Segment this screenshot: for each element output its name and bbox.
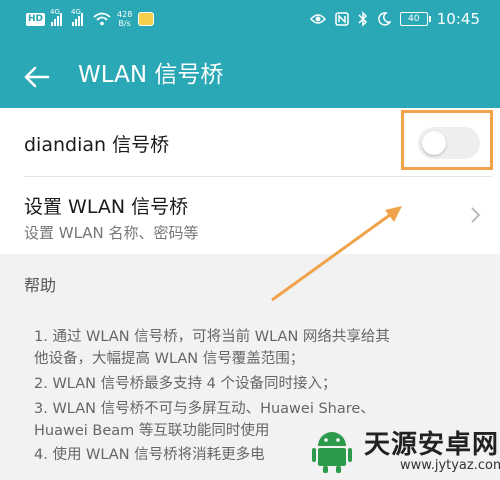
help-line: 1. 通过 WLAN 信号桥，可将当前 WLAN 网络共享给其	[34, 329, 390, 345]
moon-icon	[377, 12, 391, 26]
hotspot-name-label: diandian 信号桥	[24, 134, 170, 156]
app-notification-icon	[138, 12, 155, 26]
net-speed: 428 B/s	[117, 10, 133, 28]
page-title: WLAN 信号桥	[78, 62, 224, 88]
chevron-right-icon	[471, 207, 481, 223]
status-bar: HD 4G 4G 428 B/s 40 10:45	[0, 0, 500, 44]
cell-signal-icon: 4G	[50, 8, 63, 26]
clock: 10:45	[436, 10, 480, 28]
nfc-icon	[335, 12, 349, 26]
setup-subtitle: 设置 WLAN 名称、密码等	[24, 224, 199, 242]
highlight-box	[401, 110, 493, 170]
setup-hotspot-row[interactable]: 设置 WLAN 信号桥 设置 WLAN 名称、密码等	[0, 178, 500, 252]
title-bar: WLAN 信号桥	[0, 44, 500, 108]
back-arrow-icon[interactable]	[22, 62, 52, 92]
bluetooth-icon	[358, 11, 367, 27]
help-line: 4. 使用 WLAN 信号桥将消耗更多电	[34, 447, 265, 463]
help-line: 2. WLAN 信号桥最多支持 4 个设备同时接入；	[34, 376, 337, 392]
divider	[24, 176, 492, 177]
watermark-url: www.jytyaz.com	[400, 458, 500, 473]
eye-icon	[309, 14, 326, 24]
help-line: 他设备，大幅提高 WLAN 信号覆盖范围；	[34, 351, 305, 367]
hd-badge: HD	[26, 12, 46, 26]
android-logo-icon	[312, 432, 352, 473]
cell-signal-icon: 4G	[71, 8, 84, 26]
help-header-label: 帮助	[24, 276, 57, 295]
wifi-icon	[93, 12, 111, 26]
help-line: 3. WLAN 信号桥不可与多屏互动、Huawei Share、	[34, 401, 375, 417]
help-section-header: 帮助	[0, 254, 500, 312]
watermark-title: 天源安卓网	[364, 430, 500, 460]
battery-icon: 40	[399, 12, 431, 26]
setup-title: 设置 WLAN 信号桥	[24, 196, 189, 218]
watermark: 天源安卓网 www.jytyaz.com	[308, 418, 500, 480]
help-line: Huawei Beam 等互联功能同时使用	[34, 423, 270, 439]
